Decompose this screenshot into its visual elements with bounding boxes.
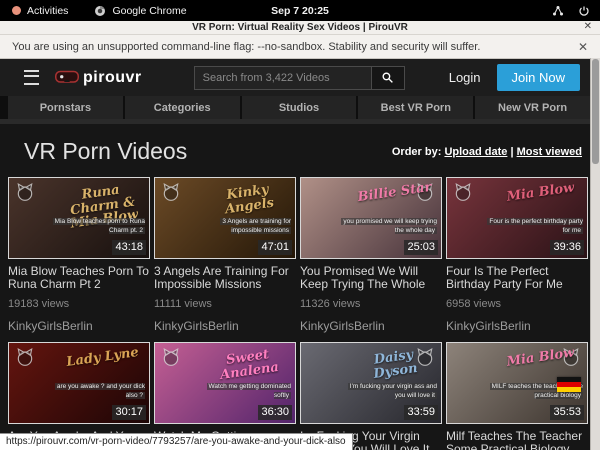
power-icon[interactable]	[578, 5, 590, 17]
window-title-bar: VR Porn: Virtual Reality Sex Videos | Pi…	[0, 21, 600, 34]
video-card: Mia Blow Four is the perfect birthday pa…	[446, 177, 588, 333]
video-views: 11111 views	[154, 298, 296, 310]
video-card: Billie Star you promised we will keep tr…	[300, 177, 442, 333]
nav-item-best-vr-porn[interactable]: Best VR Porn	[358, 96, 473, 119]
login-link[interactable]: Login	[449, 70, 481, 85]
thumbnail-caption: you promised we will keep trying the who…	[336, 217, 437, 237]
status-bar-url-tooltip: https://pirouvr.com/vr-porn-video/779325…	[0, 433, 353, 450]
order-by-upload-date-link[interactable]: Upload date	[444, 146, 507, 158]
german-flag-icon	[557, 377, 581, 392]
nav-item-new-vr-porn[interactable]: New VR Porn	[475, 96, 590, 119]
studio-cat-logo-icon	[15, 182, 35, 202]
order-by-label: Order by:	[392, 146, 442, 158]
video-duration-badge: 33:59	[404, 405, 438, 420]
chrome-taskbar-item[interactable]: Google Chrome	[94, 5, 186, 17]
nav-item-studios[interactable]: Studios	[242, 96, 357, 119]
video-duration-badge: 43:18	[112, 240, 146, 255]
thumbnail-caption: Watch me getting dominated softly	[190, 382, 291, 402]
search-button[interactable]	[371, 67, 404, 89]
video-studio-link[interactable]: KinkyGirlsBerlin	[154, 319, 296, 333]
status-url: https://pirouvr.com/vr-porn-video/779325…	[6, 436, 346, 447]
video-card: Mia Blow MILF teaches the teacher some p…	[446, 342, 588, 450]
page-title: VR Porn Videos	[24, 138, 187, 165]
video-thumbnail[interactable]: Kinky Angels 3 Angels are training for i…	[154, 177, 296, 259]
video-views: 11326 views	[300, 298, 442, 310]
vr-goggles-icon	[55, 70, 79, 85]
video-views: 19183 views	[8, 298, 150, 310]
studio-cat-logo-icon	[15, 347, 35, 367]
chrome-icon	[94, 5, 106, 17]
search-bar	[194, 66, 405, 90]
page-header: VR Porn Videos Order by: Upload date | M…	[0, 124, 600, 175]
video-views: 6958 views	[446, 298, 588, 310]
video-thumbnail[interactable]: Daisy Dyson I'm fucking your virgin ass …	[300, 342, 442, 424]
scrollbar[interactable]	[590, 58, 600, 450]
video-thumbnail[interactable]: Runa Charm & Mia Blow Mia Blow teaches p…	[8, 177, 150, 259]
thumbnail-overlay-title: Kinky Angels	[207, 180, 291, 218]
video-title-link[interactable]: Milf Teaches The Teacher Some Practical …	[446, 430, 588, 450]
join-now-button[interactable]: Join Now	[497, 64, 580, 91]
thumbnail-caption: Four is the perfect birthday party for m…	[482, 217, 583, 237]
video-duration-badge: 25:03	[404, 240, 438, 255]
thumbnail-overlay-title: Daisy Dyson	[353, 345, 437, 383]
video-duration-badge: 35:53	[550, 405, 584, 420]
video-thumbnail[interactable]: Billie Star you promised we will keep tr…	[300, 177, 442, 259]
video-title-link[interactable]: Four Is The Perfect Birthday Party For M…	[446, 265, 588, 291]
thumbnail-overlay-title: Mia Blow	[500, 180, 582, 205]
thumbnail-caption: 3 Angels are training for impossible mis…	[190, 217, 291, 237]
video-thumbnail[interactable]: Lady Lyne are you awake ? and your dick …	[8, 342, 150, 424]
order-by-separator: |	[510, 146, 513, 158]
chrome-warning-bar: You are using an unsupported command-lin…	[0, 34, 600, 59]
video-title-link[interactable]: Mia Blow Teaches Porn To Runa Charm Pt 2	[8, 265, 150, 291]
site-logo[interactable]: pirouvr	[55, 69, 142, 87]
activities-label: Activities	[27, 5, 68, 17]
thumbnail-caption: Mia Blow teaches porn to Runa Charm pt. …	[44, 217, 145, 237]
studio-cat-logo-icon	[453, 182, 473, 202]
window-close-icon[interactable]: ✕	[584, 21, 592, 32]
video-studio-link[interactable]: KinkyGirlsBerlin	[446, 319, 588, 333]
video-thumbnail[interactable]: Mia Blow Four is the perfect birthday pa…	[446, 177, 588, 259]
site-logo-text: pirouvr	[83, 69, 142, 87]
thumbnail-caption: I'm fucking your virgin ass and you will…	[336, 382, 437, 402]
video-title-link[interactable]: 3 Angels Are Training For Impossible Mis…	[154, 265, 296, 291]
studio-cat-logo-icon	[161, 347, 181, 367]
video-duration-badge: 39:36	[550, 240, 584, 255]
activities-indicator-icon	[12, 6, 21, 15]
thumbnail-overlay-title: Lady Lyne	[62, 345, 144, 370]
tray-network-icon[interactable]	[552, 5, 564, 17]
hamburger-menu-icon[interactable]	[24, 70, 39, 85]
video-duration-badge: 47:01	[258, 240, 292, 255]
search-input[interactable]	[195, 67, 371, 89]
video-studio-link[interactable]: KinkyGirlsBerlin	[8, 319, 150, 333]
main-nav: Pornstars Categories Studios Best VR Por…	[0, 96, 600, 119]
thumbnail-caption: are you awake ? and your dick also ?	[44, 382, 145, 402]
order-by-most-viewed-link[interactable]: Most viewed	[517, 146, 582, 158]
system-top-bar: Activities Google Chrome Sep 7 20:25	[0, 0, 600, 21]
video-duration-badge: 36:30	[258, 405, 292, 420]
search-icon	[381, 71, 394, 84]
activities-button[interactable]: Activities	[12, 5, 68, 17]
video-thumbnail[interactable]: Sweet Analena Watch me getting dominated…	[154, 342, 296, 424]
video-card: Kinky Angels 3 Angels are training for i…	[154, 177, 296, 333]
video-grid: Runa Charm & Mia Blow Mia Blow teaches p…	[0, 175, 600, 450]
warning-text: You are using an unsupported command-lin…	[12, 41, 480, 53]
video-title-link[interactable]: You Promised We Will Keep Trying The Who…	[300, 265, 442, 291]
video-duration-badge: 30:17	[112, 405, 146, 420]
window-title: VR Porn: Virtual Reality Sex Videos | Pi…	[192, 22, 408, 33]
video-studio-link[interactable]: KinkyGirlsBerlin	[300, 319, 442, 333]
clock[interactable]: Sep 7 20:25	[271, 5, 329, 17]
warning-close-icon[interactable]: ✕	[578, 40, 588, 54]
chrome-taskbar-label: Google Chrome	[112, 5, 186, 17]
video-card: Runa Charm & Mia Blow Mia Blow teaches p…	[8, 177, 150, 333]
nav-item-pornstars[interactable]: Pornstars	[8, 96, 123, 119]
thumbnail-overlay-title: Sweet Analena	[207, 345, 291, 383]
order-by-controls: Order by: Upload date | Most viewed	[392, 146, 582, 158]
studio-cat-logo-icon	[161, 182, 181, 202]
site-header: pirouvr Login Join Now	[0, 59, 600, 96]
scrollbar-thumb[interactable]	[592, 59, 599, 164]
nav-item-categories[interactable]: Categories	[125, 96, 240, 119]
video-thumbnail[interactable]: Mia Blow MILF teaches the teacher some p…	[446, 342, 588, 424]
